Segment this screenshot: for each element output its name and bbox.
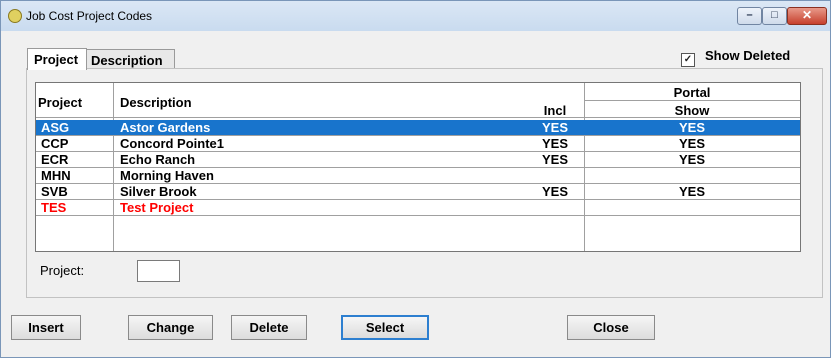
row-incl: YES (541, 120, 568, 135)
row-description: Test Project (120, 200, 194, 215)
table-row[interactable]: ECR Echo Ranch YES YES (36, 152, 800, 167)
header-incl: Incl (543, 103, 567, 118)
row-code: SVB (41, 184, 68, 199)
minimize-icon: – (746, 9, 753, 21)
project-table: Project Description Portal Incl Show ASG… (35, 82, 801, 252)
window: Job Cost Project Codes – □ ✕ Project Des… (0, 0, 831, 358)
tab-description-label: Description (91, 53, 163, 68)
tab-project[interactable]: Project (27, 48, 87, 70)
row-code: MHN (41, 168, 71, 183)
row-description: Astor Gardens (120, 120, 211, 135)
row-description: Concord Pointe1 (120, 136, 225, 151)
row-incl: YES (541, 184, 568, 199)
row-description: Morning Haven (120, 168, 214, 183)
row-incl: YES (541, 136, 568, 151)
header-portal: Portal (673, 85, 711, 100)
row-divider (36, 215, 800, 216)
change-button[interactable]: Change (128, 315, 213, 340)
title-bar[interactable]: Job Cost Project Codes – □ ✕ (1, 1, 830, 31)
tab-description[interactable]: Description (86, 49, 175, 70)
header-description: Description (120, 95, 192, 110)
close-icon: ✕ (801, 8, 813, 22)
select-button[interactable]: Select (341, 315, 429, 340)
table-row[interactable]: SVB Silver Brook YES YES (36, 184, 800, 199)
show-deleted-label: Show Deleted (705, 48, 791, 63)
header-project: Project (38, 95, 83, 110)
table-row[interactable]: MHN Morning Haven (36, 168, 800, 183)
table-row[interactable]: TES Test Project (36, 200, 800, 215)
table-row[interactable]: CCP Concord Pointe1 YES YES (36, 136, 800, 151)
table-row[interactable]: ASG Astor Gardens YES YES (36, 120, 800, 135)
row-description: Silver Brook (120, 184, 197, 199)
row-code: ECR (41, 152, 69, 167)
window-title: Job Cost Project Codes (26, 9, 153, 23)
delete-button[interactable]: Delete (231, 315, 307, 340)
row-show: YES (678, 120, 705, 135)
row-description: Echo Ranch (120, 152, 196, 167)
header-separator (36, 117, 800, 118)
row-code: CCP (41, 136, 69, 151)
checkbox-check-icon[interactable]: ✓ (681, 53, 695, 67)
maximize-button[interactable]: □ (762, 7, 787, 25)
project-input[interactable] (137, 260, 180, 282)
show-deleted-checkbox[interactable]: ✓ Show Deleted (681, 48, 790, 67)
row-code: ASG (41, 120, 70, 135)
tab-panel: Project Description Portal Incl Show ASG… (26, 68, 823, 298)
row-incl: YES (541, 152, 568, 167)
close-button[interactable]: Close (567, 315, 655, 340)
row-show: YES (678, 184, 705, 199)
header-show: Show (674, 103, 710, 118)
project-field-label: Project: (40, 263, 85, 278)
row-show: YES (678, 152, 705, 167)
row-show: YES (678, 136, 705, 151)
portal-header-divider (585, 100, 800, 101)
maximize-icon: □ (771, 9, 778, 21)
insert-button[interactable]: Insert (11, 315, 81, 340)
app-icon (8, 9, 22, 23)
tab-project-label: Project (34, 52, 79, 67)
close-window-button[interactable]: ✕ (787, 7, 827, 25)
row-code: TES (41, 200, 67, 215)
minimize-button[interactable]: – (737, 7, 762, 25)
